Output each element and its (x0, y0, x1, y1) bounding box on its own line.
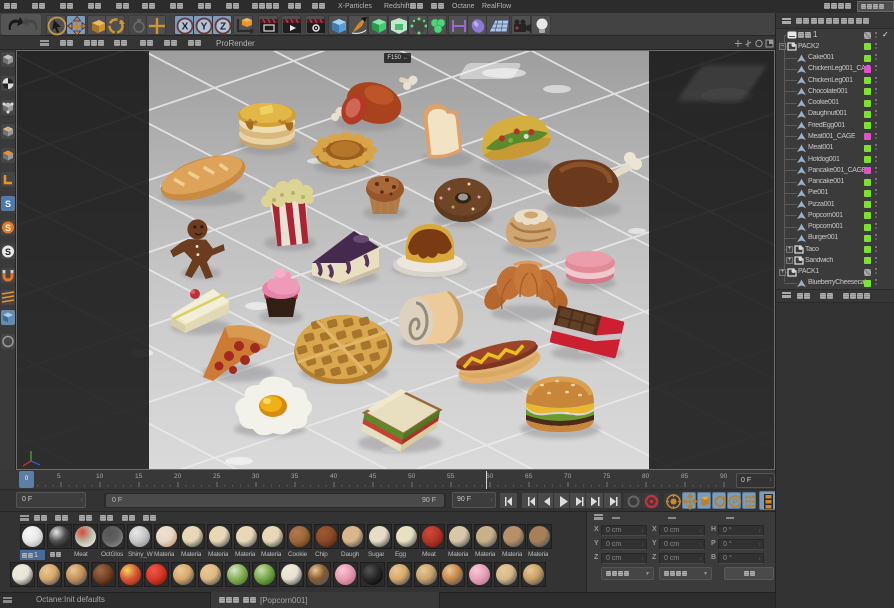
svg-text:P: P (732, 498, 738, 507)
svg-text:S: S (5, 223, 11, 233)
svg-text:S: S (5, 247, 11, 257)
svg-text:Z: Z (220, 22, 226, 33)
svg-text:S: S (5, 199, 11, 209)
svg-text:X: X (182, 22, 189, 33)
svg-text:Y: Y (201, 22, 208, 33)
